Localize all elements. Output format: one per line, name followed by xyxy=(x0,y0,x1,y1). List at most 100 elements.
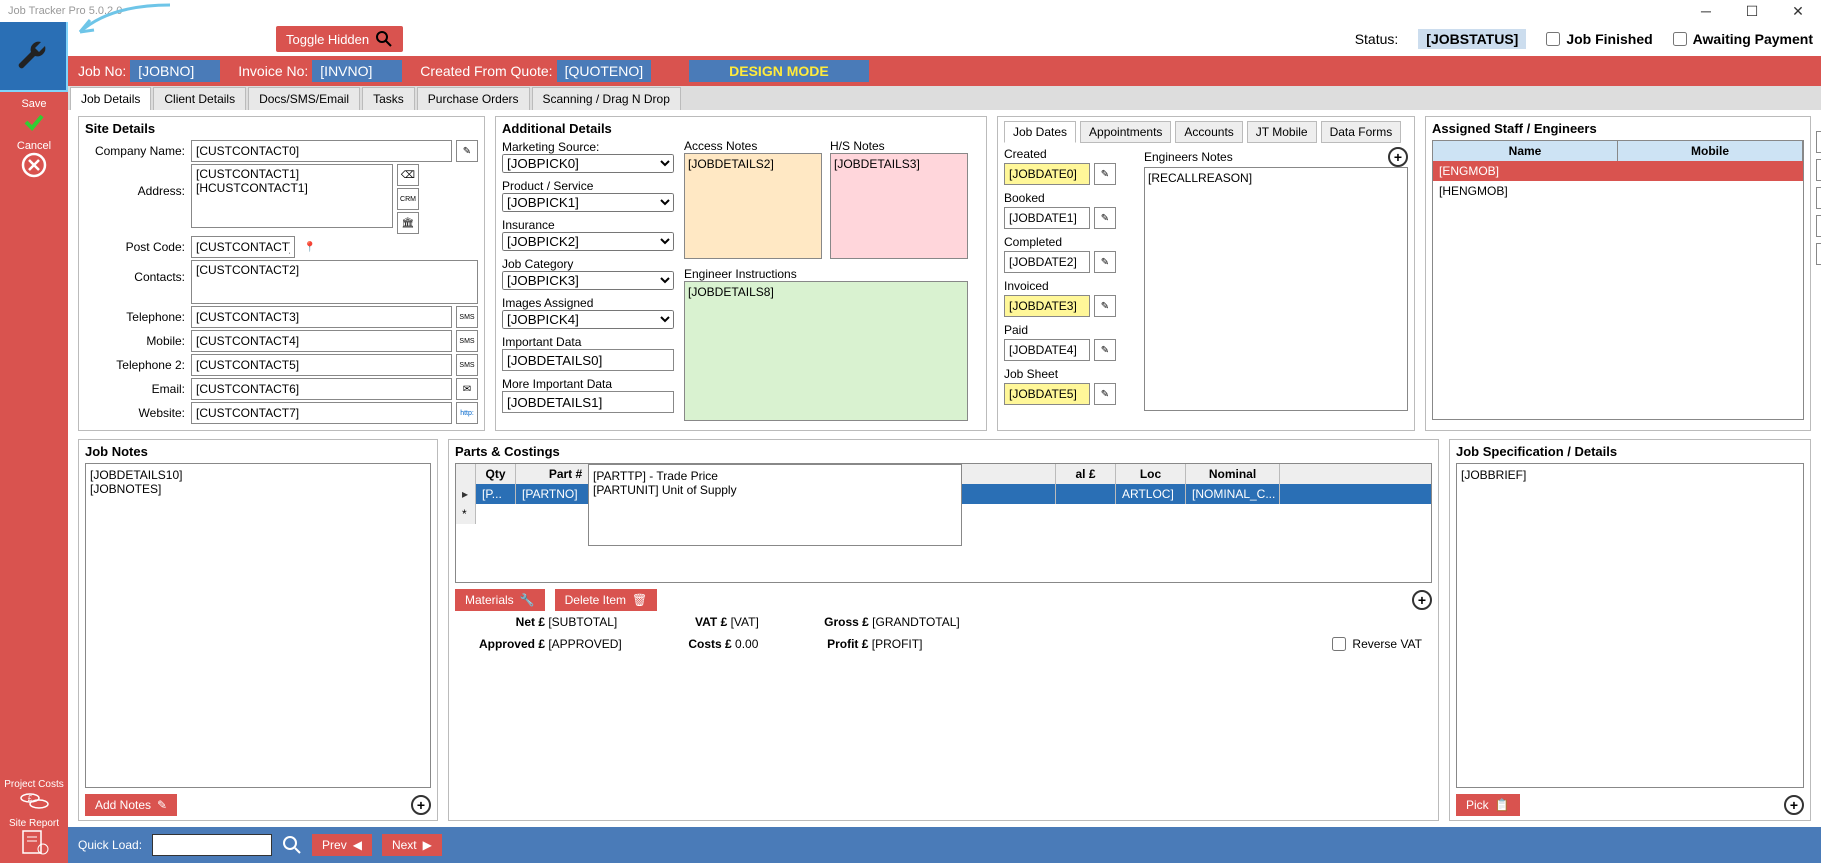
clipboard-icon[interactable]: 📋 xyxy=(1816,243,1821,265)
status-value[interactable]: [JOBSTATUS] xyxy=(1418,29,1526,49)
wrench-logo[interactable] xyxy=(0,22,68,92)
invno-value[interactable]: [INVNO] xyxy=(312,60,402,82)
address-input[interactable]: [CUSTCONTACT1] [HCUSTCONTACT1] xyxy=(191,164,393,228)
jobsheet-date[interactable] xyxy=(1004,383,1090,405)
project-costs-button[interactable]: Project Costs £ xyxy=(4,779,63,812)
site-report-button[interactable]: Site Report xyxy=(9,818,59,855)
save-button[interactable]: Save xyxy=(21,98,46,134)
telephone-input[interactable] xyxy=(191,306,452,328)
job-finished-checkbox[interactable]: Job Finished xyxy=(1546,31,1652,47)
important-input[interactable] xyxy=(502,349,674,371)
staff-row[interactable]: [ENGMOB] xyxy=(1433,161,1803,181)
quote-value[interactable]: [QUOTENO] xyxy=(557,60,652,82)
staff-row[interactable]: [HENGMOB] xyxy=(1433,181,1803,201)
next-button[interactable]: Next ▶ xyxy=(382,834,442,856)
pick-button[interactable]: Pick📋 xyxy=(1456,794,1520,816)
sms-icon[interactable]: SMS xyxy=(456,306,478,328)
edit-staff-icon[interactable]: ✎ xyxy=(1816,131,1821,153)
sms-icon[interactable]: SMS xyxy=(456,354,478,376)
product-select[interactable]: [JOBPICK1] xyxy=(502,193,674,212)
reverse-vat-checkbox[interactable]: Reverse VAT xyxy=(1332,637,1422,651)
telephone2-input[interactable] xyxy=(191,354,452,376)
tab-job-details[interactable]: Job Details xyxy=(70,87,151,110)
zoom-spec[interactable]: + xyxy=(1784,795,1804,815)
building-icon[interactable]: 🏛 xyxy=(397,212,419,234)
prev-button[interactable]: Prev ◀ xyxy=(312,834,372,856)
search-icon[interactable] xyxy=(282,835,302,855)
tab-dataforms[interactable]: Data Forms xyxy=(1321,121,1402,143)
contacts-input[interactable]: [CUSTCONTACT2] xyxy=(191,260,478,304)
email-input[interactable] xyxy=(191,378,452,400)
booked-date[interactable] xyxy=(1004,207,1090,229)
awaiting-payment-checkbox[interactable]: Awaiting Payment xyxy=(1673,31,1813,47)
cancel-icon xyxy=(21,152,47,178)
created-date[interactable] xyxy=(1004,163,1090,185)
postcode-input[interactable] xyxy=(191,236,295,258)
add-notes-button[interactable]: Add Notes✎ xyxy=(85,794,177,816)
engineers-notes[interactable]: [RECALLREASON] xyxy=(1144,167,1408,411)
invno-label: Invoice No: xyxy=(238,63,308,79)
website-input[interactable] xyxy=(191,402,452,424)
edit-date-icon[interactable]: ✎ xyxy=(1094,295,1116,317)
insurance-select[interactable]: [JOBPICK2] xyxy=(502,232,674,251)
company-input[interactable] xyxy=(191,140,452,162)
tab-appointments[interactable]: Appointments xyxy=(1080,121,1171,143)
edit-date-icon[interactable]: ✎ xyxy=(1094,251,1116,273)
edit-date-icon[interactable]: ✎ xyxy=(1094,207,1116,229)
zoom-parts[interactable]: + xyxy=(1412,590,1432,610)
edit-date-icon[interactable]: ✎ xyxy=(1094,383,1116,405)
http-icon[interactable]: http: xyxy=(456,402,478,424)
quote-label: Created From Quote: xyxy=(420,63,552,79)
edit-icon[interactable]: ✎ xyxy=(456,140,478,162)
jobno-value[interactable]: [JOBNO] xyxy=(130,60,220,82)
coins-icon: £ xyxy=(19,790,49,812)
cancel-button[interactable]: Cancel xyxy=(17,140,51,178)
tab-scanning[interactable]: Scanning / Drag N Drop xyxy=(532,87,681,110)
tab-accounts[interactable]: Accounts xyxy=(1175,121,1242,143)
toggle-hidden-label: Toggle Hidden xyxy=(286,32,369,47)
map-pin-icon[interactable]: 📍 xyxy=(299,236,321,258)
edit-date-icon[interactable]: ✎ xyxy=(1094,163,1116,185)
jobno-label: Job No: xyxy=(78,63,126,79)
phone-icon[interactable]: 📱 xyxy=(1816,159,1821,181)
sms-icon[interactable]: SMS xyxy=(456,330,478,352)
job-spec-text[interactable]: [JOBBRIEF] xyxy=(1456,463,1804,788)
paid-date[interactable] xyxy=(1004,339,1090,361)
crm-icon[interactable]: CRM xyxy=(397,188,419,210)
materials-button[interactable]: Materials🔧 xyxy=(455,589,545,611)
minimize-button[interactable]: ─ xyxy=(1683,0,1729,22)
completed-date[interactable] xyxy=(1004,251,1090,273)
envelope-icon[interactable]: ✉ xyxy=(456,378,478,400)
screen-icon[interactable]: 🖥 xyxy=(1816,215,1821,237)
job-notes-text[interactable]: [JOBDETAILS10] [JOBNOTES] xyxy=(85,463,431,788)
parts-grid[interactable]: Qty Part # al £ Loc Nominal ▸ [P... [PAR… xyxy=(455,463,1432,583)
maximize-button[interactable]: ☐ xyxy=(1729,0,1775,22)
category-select[interactable]: [JOBPICK3] xyxy=(502,271,674,290)
site-details-title: Site Details xyxy=(85,121,478,136)
zoom-notes[interactable]: + xyxy=(411,795,431,815)
images-select[interactable]: [JOBPICK4] xyxy=(502,310,674,329)
invoiced-date[interactable] xyxy=(1004,295,1090,317)
access-notes[interactable]: [JOBDETAILS2] xyxy=(684,153,822,259)
report-icon xyxy=(19,829,49,855)
tab-client-details[interactable]: Client Details xyxy=(153,87,246,110)
toggle-hidden-button[interactable]: Toggle Hidden xyxy=(276,26,403,52)
tab-jtmobile[interactable]: JT Mobile xyxy=(1247,121,1317,143)
tab-job-dates[interactable]: Job Dates xyxy=(1004,121,1076,143)
close-button[interactable]: ✕ xyxy=(1775,0,1821,22)
mobile-input[interactable] xyxy=(191,330,452,352)
moreimportant-input[interactable] xyxy=(502,391,674,413)
tab-docs[interactable]: Docs/SMS/Email xyxy=(248,87,360,110)
add-engineer-note[interactable]: + xyxy=(1388,147,1408,167)
hs-notes[interactable]: [JOBDETAILS3] xyxy=(830,153,968,259)
marketing-select[interactable]: [JOBPICK0] xyxy=(502,154,674,173)
quickload-input[interactable] xyxy=(152,834,272,856)
clear-icon[interactable]: ⌫ xyxy=(397,164,419,186)
mail-icon[interactable]: ✉ xyxy=(1816,187,1821,209)
delete-item-button[interactable]: Delete Item🗑 xyxy=(555,589,658,611)
engineer-instructions[interactable]: [JOBDETAILS8] xyxy=(684,281,968,421)
edit-date-icon[interactable]: ✎ xyxy=(1094,339,1116,361)
parts-title: Parts & Costings xyxy=(455,444,1432,459)
tab-tasks[interactable]: Tasks xyxy=(362,87,415,110)
tab-po[interactable]: Purchase Orders xyxy=(417,87,530,110)
